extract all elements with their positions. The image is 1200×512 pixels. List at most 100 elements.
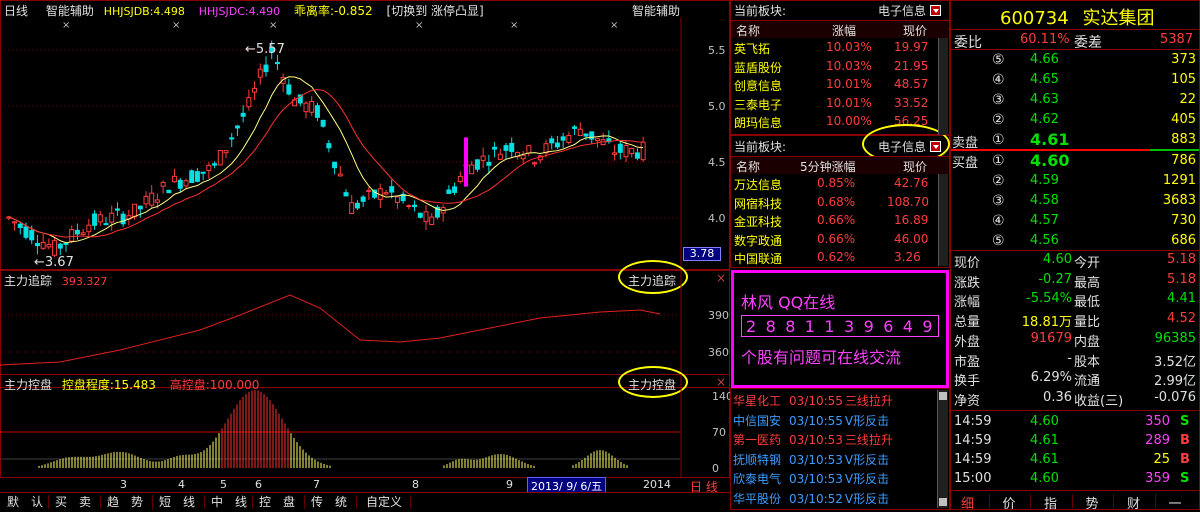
qq-digit: 2 — [746, 317, 757, 336]
indicator-tab[interactable]: 势 — [128, 494, 146, 510]
book-price: 4.66 — [1030, 52, 1059, 67]
tab-separator — [100, 495, 101, 509]
alert-row[interactable]: 华星化工 03/10:55 三线拉升 — [733, 392, 893, 409]
sector1-dropdown[interactable]: 电子信息 — [878, 2, 941, 19]
marker-x-icon: × — [610, 20, 618, 31]
stock-pct: 10.01% — [826, 77, 872, 91]
y-tick-label: 390 — [708, 309, 729, 322]
y-tick-label: 360 — [708, 346, 729, 359]
stock-pct: 10.00% — [826, 114, 872, 128]
stat-value: 3.52亿 — [1154, 354, 1196, 370]
book-level: ④ — [992, 213, 1005, 229]
col-price: 现价 — [903, 24, 928, 38]
stock-name[interactable]: 三泰电子 — [734, 96, 782, 113]
alert-time: 03/10:52 — [789, 491, 843, 506]
candle-body — [520, 154, 526, 160]
tick-time: 14:59 — [954, 452, 992, 467]
quote-tab[interactable]: 指 — [1044, 493, 1057, 512]
indicator-tab[interactable]: 短 — [156, 494, 174, 510]
qq-digit: 9 — [922, 317, 933, 336]
quote-tab[interactable]: 细 — [961, 493, 974, 512]
indicator-tab[interactable]: 中 — [208, 494, 226, 510]
sector-scrollbar[interactable] — [938, 38, 948, 135]
quote-tab[interactable]: 势 — [1086, 493, 1099, 512]
quote-tab[interactable]: 价 — [1003, 493, 1016, 512]
tracking-line — [0, 294, 661, 366]
indicator-tab[interactable]: 统 — [332, 494, 350, 510]
col-5min-pct[interactable]: 5分钟涨幅 — [800, 158, 856, 175]
indicator-tab[interactable]: 自定义 — [358, 494, 410, 510]
alert-stock: 第一医药 — [733, 433, 782, 447]
indicator-tab[interactable]: 认 — [28, 494, 46, 510]
qq-digit: 1 — [804, 317, 815, 336]
stock-name[interactable]: 创意信息 — [734, 77, 782, 94]
close-icon[interactable]: × — [716, 375, 726, 389]
alert-row[interactable]: 中信国安 03/10:55 V形反击 — [733, 412, 889, 429]
sector-scrollbar[interactable] — [938, 174, 948, 266]
candle-body — [17, 223, 23, 228]
book-volume: 405 — [1171, 112, 1196, 127]
chevron-down-icon[interactable] — [929, 5, 941, 16]
stat-label: 涨幅 — [954, 295, 981, 311]
quote-tab[interactable]: 一 — [1169, 493, 1182, 512]
book-price: 4.59 — [1030, 173, 1059, 188]
book-price: 4.63 — [1030, 92, 1059, 107]
alert-row[interactable]: 华平股份 03/10:52 V形反击 — [733, 490, 889, 507]
stat-label: 市盈 — [954, 354, 981, 370]
stock-name[interactable]: 万达信息 — [734, 176, 782, 193]
stock-name[interactable]: 蓝盾股份 — [734, 59, 782, 76]
stock-name[interactable]: 网宿科技 — [734, 195, 782, 212]
book-price: 4.61 — [1030, 130, 1070, 149]
book-price: 4.56 — [1030, 233, 1059, 248]
stat-label: 量比 — [1074, 315, 1101, 331]
indicator-tab[interactable]: 买 — [52, 494, 70, 510]
candle-body — [566, 134, 572, 143]
indicator-tab[interactable]: 趋 — [104, 494, 122, 510]
alert-stock: 欣泰电气 — [733, 472, 782, 486]
candle-body — [417, 212, 423, 218]
col-pct[interactable]: 涨幅 — [832, 22, 856, 39]
stat-label: 现价 — [954, 256, 981, 271]
close-icon[interactable]: × — [716, 271, 726, 285]
candle-body — [343, 192, 349, 197]
indicator-tab[interactable]: 传 — [308, 494, 326, 510]
stock-name[interactable]: 金亚科技 — [734, 213, 782, 230]
candle-body — [469, 164, 475, 175]
indicator-tab[interactable]: 控 — [256, 494, 274, 510]
alert-stock: 中信国安 — [733, 413, 782, 428]
alert-time: 03/10:53 — [789, 472, 843, 486]
scroll-up-icon[interactable] — [939, 392, 947, 400]
alert-row[interactable]: 欣泰电气 03/10:53 V形反击 — [733, 470, 889, 487]
tick-side: S — [1180, 471, 1190, 486]
stock-name[interactable]: 数字政通 — [734, 232, 782, 249]
sector1-name: 电子信息 — [878, 4, 927, 18]
y-tick-label: 4.5 — [708, 156, 726, 169]
quote-tab[interactable]: 财 — [1127, 493, 1140, 512]
indicator-tab[interactable]: 盘 — [280, 494, 298, 510]
x-label: 4 — [178, 478, 185, 491]
candle-body — [103, 223, 109, 226]
alerts-scrollbar[interactable] — [937, 390, 948, 508]
alert-row[interactable]: 第一医药 03/10:53 三线拉升 — [733, 431, 893, 448]
stock-name[interactable]: 中国联通 — [734, 250, 782, 267]
indicator-tab[interactable]: 线 — [180, 494, 198, 510]
candle-body — [69, 229, 75, 242]
candle-body — [612, 152, 618, 155]
stock-name[interactable]: 英飞拓 — [734, 40, 770, 57]
indicator-tab[interactable]: 线 — [232, 494, 250, 510]
alert-row[interactable]: 抚顺特钢 03/10:53 V形反击 — [733, 451, 889, 468]
indicator-tab[interactable]: 默 — [4, 494, 22, 510]
tab-separator — [1154, 494, 1156, 508]
scroll-down-icon[interactable] — [939, 498, 947, 506]
indicator-tab[interactable]: 卖 — [76, 494, 94, 510]
candle-body — [212, 163, 218, 166]
candle-body — [154, 199, 160, 203]
sector2-label: 当前板块: — [734, 140, 787, 154]
stock-price: 33.52 — [894, 95, 929, 110]
alert-stock: 华平股份 — [733, 491, 782, 506]
stat-label: 今开 — [1074, 256, 1101, 271]
book-volume: 730 — [1171, 213, 1196, 228]
candle-body — [503, 145, 509, 151]
stock-name[interactable]: 朗玛信息 — [734, 114, 782, 131]
candlestick-chart[interactable]: 5.5 5.0 4.5 4.0 ←5.57 ←3.67 × × × × × × — [0, 0, 730, 270]
